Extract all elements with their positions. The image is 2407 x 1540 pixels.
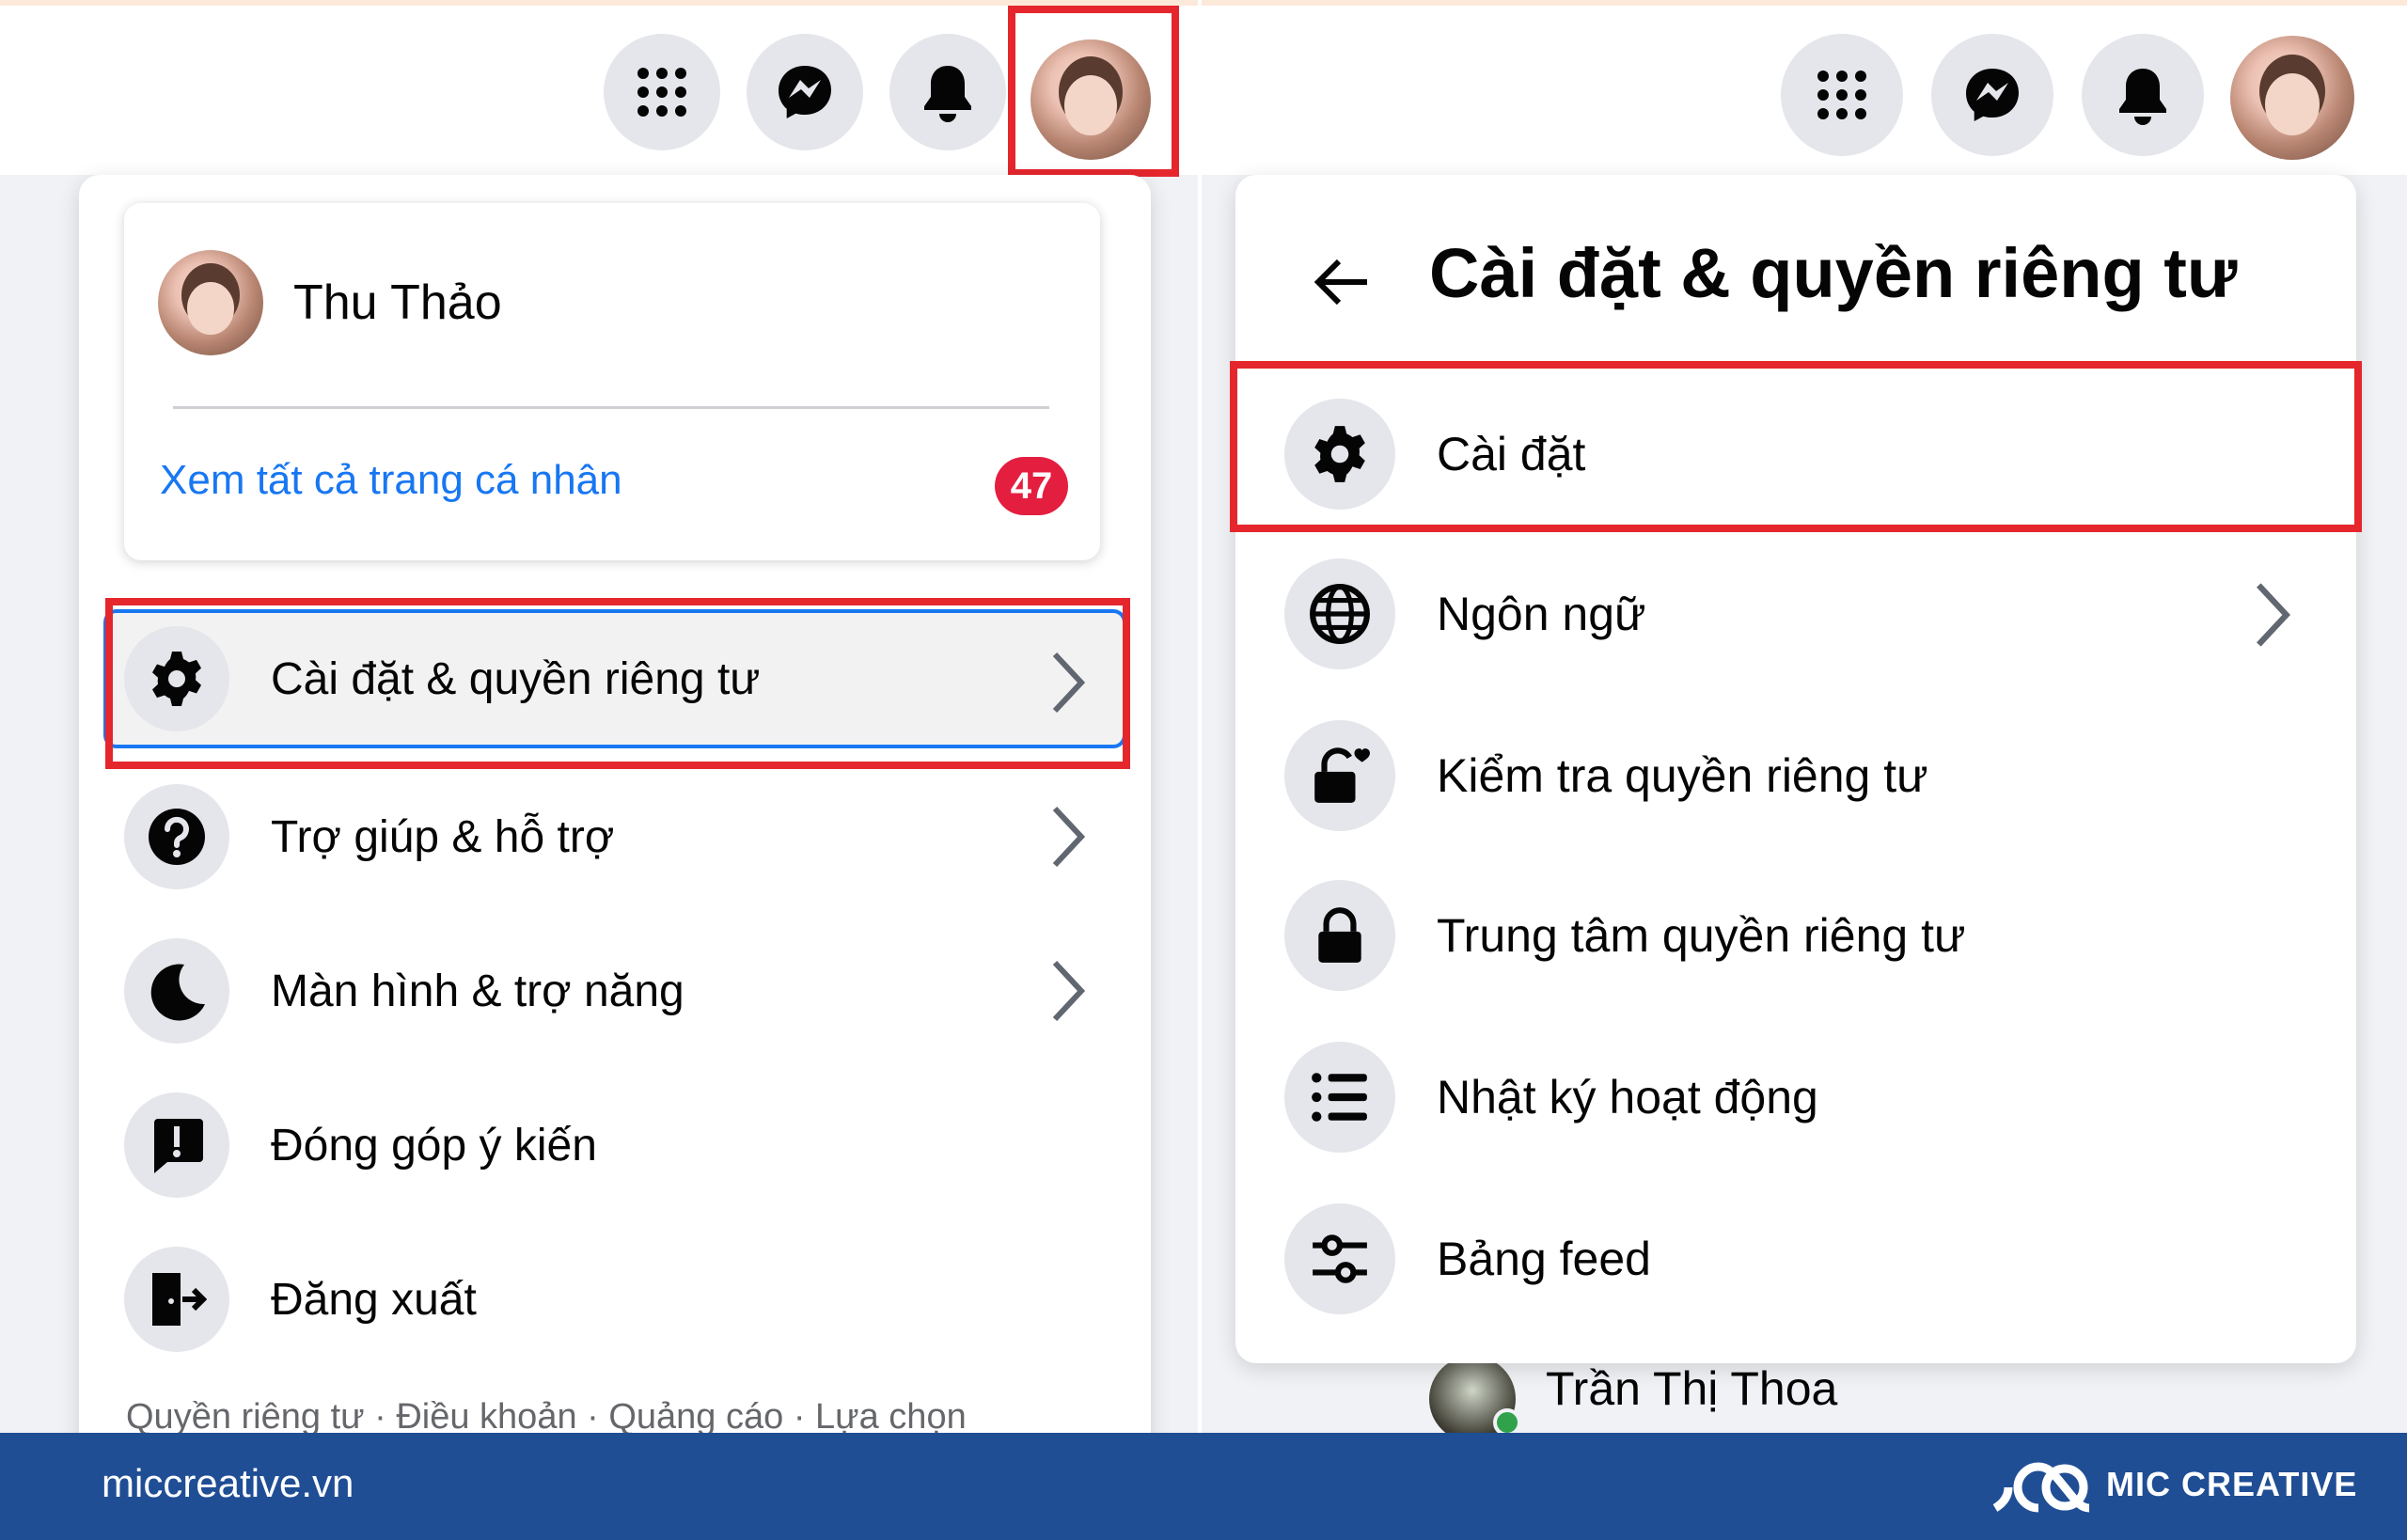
submenu-item-label: Ngôn ngữ xyxy=(1437,588,1646,640)
notifications-button[interactable] xyxy=(2082,34,2204,156)
submenu-item-language[interactable]: Ngôn ngữ xyxy=(1284,558,1646,669)
top-navigation-bar xyxy=(0,0,1198,177)
moon-icon-circle xyxy=(124,938,229,1044)
footer-links[interactable]: Quyền riêng tư · Điều khoản · Quảng cáo … xyxy=(126,1397,967,1433)
submenu-item-label: Bảng feed xyxy=(1437,1233,1651,1285)
chevron-right-icon xyxy=(2256,583,2291,647)
lock-heart-icon-circle xyxy=(1284,720,1395,831)
menu-item-label: Trợ giúp & hỗ trợ xyxy=(271,811,615,862)
logout-icon-circle xyxy=(124,1247,229,1352)
submenu-title: Cài đặt & quyền riêng tư xyxy=(1429,234,2238,312)
submenu-item-privacy-checkup[interactable]: Kiểm tra quyền riêng tư xyxy=(1284,720,1928,831)
profile-count-badge: 47 xyxy=(995,457,1068,515)
submenu-item-label: Cài đặt xyxy=(1437,428,1586,480)
profile-avatar[interactable] xyxy=(158,250,263,355)
submenu-item-settings[interactable]: Cài đặt xyxy=(1284,399,1585,510)
globe-icon xyxy=(1310,584,1370,644)
question-icon-circle xyxy=(124,784,229,889)
gear-icon-circle xyxy=(124,626,229,731)
top-navigation-bar xyxy=(1202,0,2407,175)
menu-grid-icon xyxy=(1817,71,1866,119)
list-icon xyxy=(1312,1073,1367,1122)
watermark-footer-bar: miccreative.vn MIC CREATIVE xyxy=(0,1433,2407,1540)
sliders-icon xyxy=(1313,1234,1367,1283)
online-status-dot xyxy=(1493,1408,1521,1433)
right-screenshot-pane: Trần Thị Thoa Cài đặt & quyền riêng tư C… xyxy=(1202,0,2407,1433)
messenger-button[interactable] xyxy=(1931,34,2053,156)
profile-card-divider xyxy=(173,406,1049,409)
menu-item-label: Màn hình & trợ năng xyxy=(271,966,684,1016)
profile-card: Thu Thảo Xem tất cả trang cá nhân 47 xyxy=(124,203,1100,560)
profile-name[interactable]: Thu Thảo xyxy=(293,275,502,331)
menu-item-logout[interactable]: Đăng xuất xyxy=(124,1247,477,1352)
lock-heart-icon xyxy=(1314,747,1370,803)
chevron-right-icon xyxy=(1052,806,1086,868)
notifications-button[interactable] xyxy=(889,34,1006,150)
menu-item-label: Cài đặt & quyền riêng tư xyxy=(271,653,761,704)
mic-creative-logo-icon xyxy=(1992,1462,2090,1513)
feedback-icon xyxy=(154,1119,203,1173)
messenger-button[interactable] xyxy=(747,34,863,150)
logout-icon xyxy=(152,1273,207,1326)
menu-item-display-accessibility[interactable]: Màn hình & trợ năng xyxy=(124,938,684,1044)
profile-avatar-button[interactable] xyxy=(2230,36,2354,160)
menu-item-label: Đóng góp ý kiến xyxy=(271,1120,597,1171)
globe-icon-circle xyxy=(1284,558,1395,669)
gear-icon xyxy=(152,652,201,706)
see-all-profiles-link[interactable]: Xem tất cả trang cá nhân xyxy=(160,457,622,504)
menu-item-label: Đăng xuất xyxy=(271,1274,477,1325)
avatar xyxy=(2264,72,2320,135)
lock-icon-circle xyxy=(1284,880,1395,991)
bell-icon xyxy=(2119,69,2166,125)
menu-grid-button[interactable] xyxy=(1781,34,1903,156)
submenu-item-activity-log[interactable]: Nhật ký hoạt động xyxy=(1284,1042,1818,1153)
submenu-item-label: Kiểm tra quyền riêng tư xyxy=(1437,749,1928,802)
chevron-right-icon xyxy=(1052,960,1086,1022)
chevron-right-icon xyxy=(1052,652,1086,714)
moon-icon xyxy=(150,964,205,1021)
question-icon xyxy=(149,809,205,865)
settings-privacy-submenu: Cài đặt & quyền riêng tư Cài đặt Ngôn ng… xyxy=(1235,175,2356,1363)
list-icon-circle xyxy=(1284,1042,1395,1153)
left-screenshot-pane: Thu Thảo Xem tất cả trang cá nhân 47 Cài… xyxy=(0,0,1198,1433)
profile-avatar-button[interactable] xyxy=(1030,39,1151,160)
footer-brand-name: MIC CREATIVE xyxy=(2106,1465,2358,1503)
menu-grid-icon xyxy=(637,68,686,117)
submenu-item-privacy-center[interactable]: Trung tâm quyền riêng tư xyxy=(1284,880,1965,991)
submenu-item-label: Nhật ký hoạt động xyxy=(1437,1071,1818,1124)
feedback-icon-circle xyxy=(124,1092,229,1198)
lock-icon xyxy=(1318,907,1361,963)
bell-icon xyxy=(924,66,971,122)
back-arrow-icon[interactable] xyxy=(1311,256,1371,308)
avatar xyxy=(187,281,234,335)
footer-site-url: miccreative.vn xyxy=(102,1461,354,1505)
avatar xyxy=(1063,75,1118,136)
messenger-icon xyxy=(779,66,831,118)
gear-icon xyxy=(1314,426,1365,482)
messenger-icon xyxy=(1966,69,2019,121)
gear-icon-circle xyxy=(1284,399,1395,510)
account-dropdown-menu: Thu Thảo Xem tất cả trang cá nhân 47 Cài… xyxy=(79,175,1151,1433)
sliders-icon-circle xyxy=(1284,1203,1395,1314)
submenu-item-feed[interactable]: Bảng feed xyxy=(1284,1203,1651,1314)
contact-name[interactable]: Trần Thị Thoa xyxy=(1546,1361,1837,1416)
menu-item-settings-privacy[interactable]: Cài đặt & quyền riêng tư xyxy=(124,626,760,731)
menu-item-help-support[interactable]: Trợ giúp & hỗ trợ xyxy=(124,784,614,889)
submenu-item-label: Trung tâm quyền riêng tư xyxy=(1437,909,1966,962)
menu-grid-button[interactable] xyxy=(604,34,720,150)
menu-item-feedback[interactable]: Đóng góp ý kiến xyxy=(124,1092,597,1198)
